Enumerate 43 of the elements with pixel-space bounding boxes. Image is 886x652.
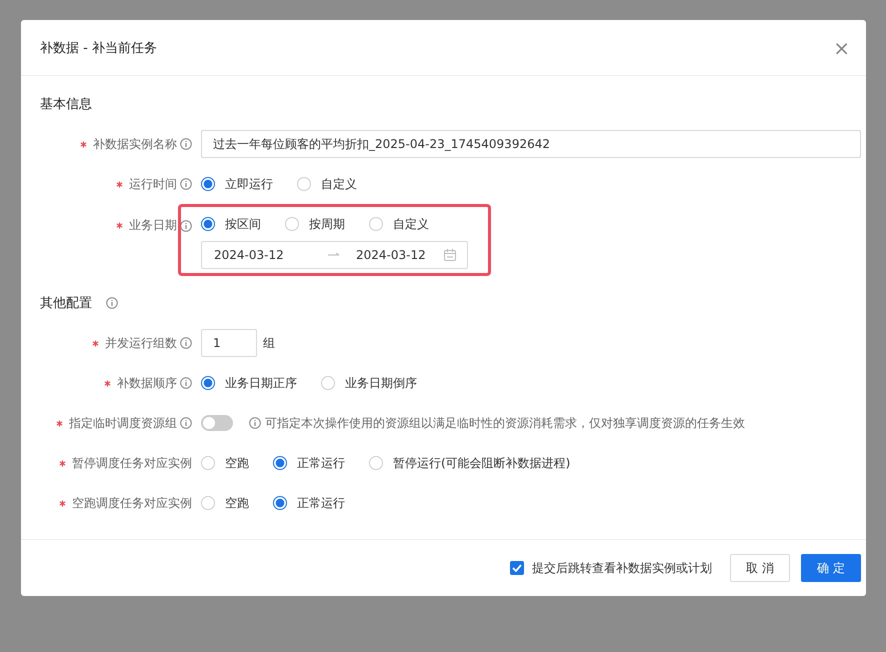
unit-label: 组 — [263, 334, 275, 352]
radio-option[interactable]: 空跑 — [201, 494, 249, 512]
field-label: 补数据实例名称 — [93, 136, 177, 152]
info-icon — [249, 417, 261, 429]
radio-option[interactable]: 暂停运行(可能会阻断补数据进程) — [369, 454, 570, 472]
radio-option[interactable]: 业务日期正序 — [201, 374, 297, 392]
field-label: 业务日期 — [129, 217, 177, 234]
number-input[interactable]: 1 — [201, 329, 257, 357]
field-label: 运行时间 — [129, 176, 177, 192]
radio-option[interactable]: 自定义 — [369, 216, 429, 232]
radio-option[interactable]: 按周期 — [285, 216, 345, 232]
calendar-icon — [443, 248, 457, 262]
radio-option[interactable]: 自定义 — [297, 176, 357, 192]
radio-button[interactable] — [273, 456, 287, 470]
radio-option[interactable]: 立即运行 — [201, 176, 273, 192]
arrow-icon — [328, 252, 340, 258]
confirm-button[interactable]: 确 定 — [801, 554, 861, 582]
checkbox[interactable] — [510, 561, 524, 575]
field-label: 并发运行组数 — [105, 334, 177, 352]
field-label: 暂停调度任务对应实例 — [72, 454, 192, 472]
radio-button[interactable] — [201, 217, 215, 231]
radio-option[interactable]: 按区间 — [201, 216, 261, 232]
radio-option[interactable]: 正常运行 — [273, 494, 345, 512]
radio-button[interactable] — [201, 177, 215, 191]
field-label: 补数据顺序 — [117, 374, 177, 392]
radio-option[interactable]: 正常运行 — [273, 454, 345, 472]
checkbox-label[interactable]: 提交后跳转查看补数据实例或计划 — [532, 560, 712, 576]
toggle-switch[interactable] — [201, 415, 233, 431]
radio-button[interactable] — [273, 496, 287, 510]
check-icon — [512, 564, 522, 572]
date-range-input[interactable]: 2024-03-12 2024-03-12 — [201, 241, 468, 269]
hint-text: 可指定本次操作使用的资源组以满足临时性的资源消耗需求，仅对独享调度资源的任务生效 — [265, 414, 745, 432]
dialog-title: 补数据 - 补当前任务 — [40, 40, 157, 56]
section-title: 基本信息 — [40, 96, 92, 113]
radio-option[interactable]: 业务日期倒序 — [321, 374, 417, 392]
radio-option[interactable]: 空跑 — [201, 454, 249, 472]
section-title: 其他配置 — [40, 295, 92, 312]
field-label: 指定临时调度资源组 — [69, 414, 177, 432]
field-label: 空跑调度任务对应实例 — [72, 494, 192, 512]
close-button[interactable]: × — [831, 38, 852, 58]
cancel-button[interactable]: 取 消 — [730, 554, 790, 582]
name-input[interactable]: 过去一年每位顾客的平均折扣_2025-04-23_1745409392642 — [201, 130, 861, 158]
radio-button[interactable] — [201, 376, 215, 390]
